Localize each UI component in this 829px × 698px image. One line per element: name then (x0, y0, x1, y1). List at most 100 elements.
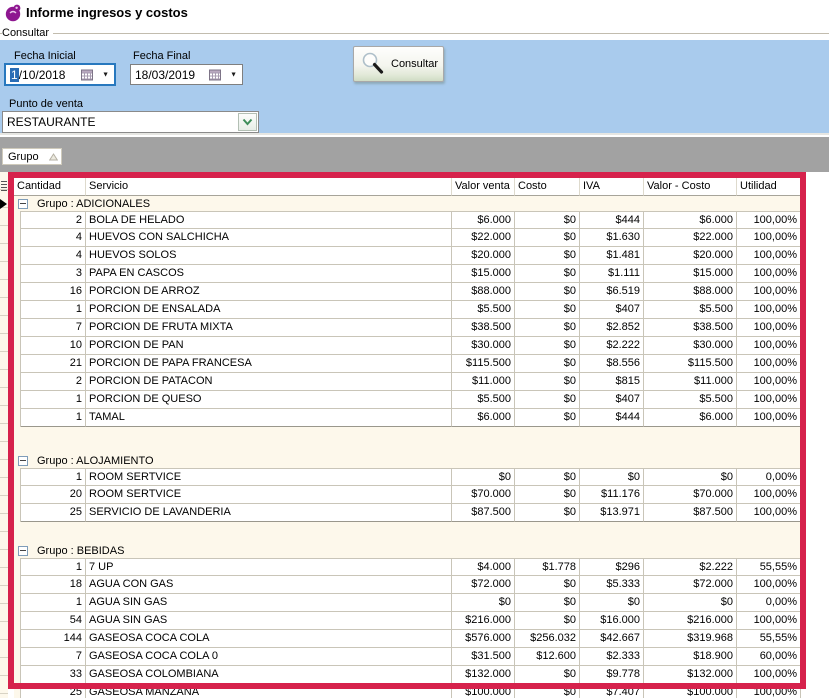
table-row[interactable]: 4HUEVOS CON SALCHICHA$22.000$0$1.630$22.… (14, 229, 801, 247)
column-header-servicio[interactable]: Servicio (86, 178, 452, 196)
table-row[interactable]: 7GASEOSA COCA COLA 0$31.500$12.600$2.333… (14, 648, 801, 666)
cell-utilidad: 100,00% (737, 265, 801, 283)
cell-servicio: PORCION DE PAN (86, 337, 452, 355)
table-row[interactable]: 33GASEOSA COLOMBIANA$132.000$0$9.778$132… (14, 666, 801, 684)
cell-valor-costo: $115.500 (644, 355, 737, 373)
table-row[interactable]: 7PORCION DE FRUTA MIXTA$38.500$0$2.852$3… (14, 319, 801, 337)
cell-servicio: GASEOSA MANZANA (86, 684, 452, 698)
cell-iva: $11.176 (580, 486, 644, 504)
table-row[interactable]: 3PAPA EN CASCOS$15.000$0$1.111$15.000100… (14, 265, 801, 283)
table-row[interactable]: 18AGUA CON GAS$72.000$0$5.333$72.000100,… (14, 576, 801, 594)
group-row[interactable]: Grupo : BEBIDAS (14, 543, 801, 558)
table-row[interactable]: 10PORCION DE PAN$30.000$0$2.222$30.00010… (14, 337, 801, 355)
cell-valor-costo: $70.000 (644, 486, 737, 504)
minus-box-icon[interactable] (18, 546, 28, 556)
table-row[interactable]: 25GASEOSA MANZANA$100.000$0$7.407$100.00… (14, 684, 801, 698)
table-row[interactable]: 54AGUA SIN GAS$216.000$0$16.000$216.0001… (14, 612, 801, 630)
cell-valor-venta: $0 (452, 594, 515, 612)
cell-costo: $0 (515, 684, 580, 698)
cell-utilidad: 100,00% (737, 283, 801, 301)
current-row-arrow-icon (0, 199, 7, 209)
table-row[interactable]: 1AGUA SIN GAS$0$0$0$00,00% (14, 594, 801, 612)
data-grid: Cantidad Servicio Valor venta Costo IVA … (14, 178, 801, 698)
cell-cantidad: 1 (21, 391, 86, 409)
cell-iva: $2.852 (580, 319, 644, 337)
table-row[interactable]: 1PORCION DE QUESO$5.500$0$407$5.500100,0… (14, 391, 801, 409)
grupo-column-button[interactable]: Grupo (2, 148, 62, 165)
calendar-icon[interactable] (81, 69, 93, 80)
cell-valor-costo: $5.500 (644, 301, 737, 319)
fecha-inicial-input[interactable]: 1/10/2018 ▼ (4, 63, 116, 86)
cell-iva: $13.971 (580, 504, 644, 522)
cell-iva: $16.000 (580, 612, 644, 630)
cell-costo: $0 (515, 576, 580, 594)
cell-cantidad: 1 (21, 594, 86, 612)
consultar-button[interactable]: Consultar (353, 46, 444, 82)
table-row[interactable]: 1TAMAL$6.000$0$444$6.000100,00% (14, 409, 801, 427)
row-indent (14, 576, 21, 594)
group-label: Grupo : ADICIONALES (37, 198, 150, 210)
punto-de-venta-select[interactable]: RESTAURANTE (2, 111, 259, 133)
cell-cantidad: 144 (21, 630, 86, 648)
cell-costo: $0 (515, 486, 580, 504)
group-row[interactable]: Grupo : ADICIONALES (14, 196, 801, 211)
calendar-icon[interactable] (209, 69, 221, 80)
cell-servicio: AGUA SIN GAS (86, 612, 452, 630)
group-gap (14, 427, 801, 453)
chevron-down-icon[interactable]: ▼ (102, 71, 109, 78)
column-header-valor-costo[interactable]: Valor - Costo (644, 178, 737, 196)
table-row[interactable]: 144GASEOSA COCA COLA$576.000$256.032$42.… (14, 630, 801, 648)
row-indent (14, 283, 21, 301)
table-row[interactable]: 20ROOM SERTVICE$70.000$0$11.176$70.00010… (14, 486, 801, 504)
column-header-utilidad[interactable]: Utilidad (737, 178, 801, 196)
minus-box-icon[interactable] (18, 456, 28, 466)
table-row[interactable]: 16PORCION DE ARROZ$88.000$0$6.519$88.000… (14, 283, 801, 301)
cell-utilidad: 100,00% (737, 301, 801, 319)
cell-cantidad: 10 (21, 337, 86, 355)
table-row[interactable]: 21PORCION DE PAPA FRANCESA$115.500$0$8.5… (14, 355, 801, 373)
cell-servicio: SERVICIO DE LAVANDERIA (86, 504, 452, 522)
chevron-down-icon[interactable]: ▼ (230, 71, 237, 78)
group-row[interactable]: Grupo : ALOJAMIENTO (14, 453, 801, 468)
table-row[interactable]: 25SERVICIO DE LAVANDERIA$87.500$0$13.971… (14, 504, 801, 522)
cell-valor-costo: $30.000 (644, 337, 737, 355)
column-header-cantidad[interactable]: Cantidad (14, 178, 86, 196)
cell-cantidad: 2 (21, 211, 86, 229)
grupo-button-label: Grupo (8, 151, 39, 163)
cell-utilidad: 100,00% (737, 319, 801, 337)
fecha-final-input[interactable]: 18/03/2019 ▼ (130, 64, 243, 85)
table-row[interactable]: 17 UP$4.000$1.778$296$2.22255,55% (14, 558, 801, 576)
column-header-iva[interactable]: IVA (580, 178, 644, 196)
table-row[interactable]: 1ROOM SERTVICE$0$0$0$00,00% (14, 468, 801, 486)
column-header-costo[interactable]: Costo (515, 178, 580, 196)
table-row[interactable]: 2PORCION DE PATACON$11.000$0$815$11.0001… (14, 373, 801, 391)
cell-valor-costo: $15.000 (644, 265, 737, 283)
row-indent (14, 409, 21, 427)
cell-iva: $0 (580, 594, 644, 612)
cell-servicio: HUEVOS CON SALCHICHA (86, 229, 452, 247)
column-header-valor-venta[interactable]: Valor venta (452, 178, 515, 196)
chevron-down-icon (242, 118, 253, 126)
row-indent (14, 373, 21, 391)
cell-valor-venta: $6.000 (452, 409, 515, 427)
date-selected-segment: 1 (10, 68, 19, 82)
combo-dropdown-button[interactable] (238, 113, 257, 131)
sort-ascending-icon (49, 153, 58, 161)
row-indent (14, 684, 21, 698)
minus-box-icon[interactable] (18, 199, 28, 209)
table-row[interactable]: 1PORCION DE ENSALADA$5.500$0$407$5.50010… (14, 301, 801, 319)
cell-valor-costo: $38.500 (644, 319, 737, 337)
table-row[interactable]: 2BOLA DE HELADO$6.000$0$444$6.000100,00% (14, 211, 801, 229)
table-row[interactable]: 4HUEVOS SOLOS$20.000$0$1.481$20.000100,0… (14, 247, 801, 265)
row-indent (14, 391, 21, 409)
cell-utilidad: 100,00% (737, 684, 801, 698)
report-money-icon (4, 3, 23, 22)
cell-cantidad: 7 (21, 319, 86, 337)
cell-servicio: GASEOSA COLOMBIANA (86, 666, 452, 684)
cell-servicio: PORCION DE QUESO (86, 391, 452, 409)
cell-iva: $7.407 (580, 684, 644, 698)
window-title: Informe ingresos y costos (26, 5, 188, 20)
cell-costo: $0 (515, 247, 580, 265)
cell-valor-costo: $216.000 (644, 612, 737, 630)
cell-valor-venta: $87.500 (452, 504, 515, 522)
